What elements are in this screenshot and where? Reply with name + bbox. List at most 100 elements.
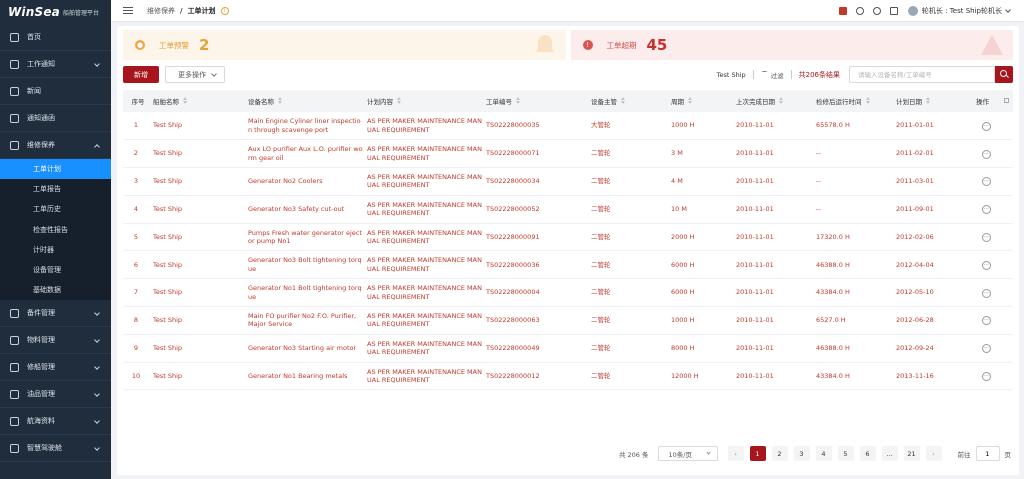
breadcrumb-item[interactable]: 维修保养	[147, 7, 175, 15]
column-header[interactable]: 计划内容	[363, 90, 482, 112]
sort-icon[interactable]	[865, 96, 870, 104]
stat-warning-card[interactable]: ● 工单预警 2	[123, 30, 566, 60]
mail-icon[interactable]	[838, 7, 847, 15]
sort-icon[interactable]	[688, 96, 692, 104]
submenu-item[interactable]: 工单计划	[0, 159, 111, 180]
sidebar-item[interactable]: 新闻	[0, 78, 111, 105]
more-options-icon[interactable]: ⋯	[982, 372, 991, 382]
sort-icon[interactable]	[621, 96, 625, 104]
sort-icon[interactable]	[516, 96, 520, 104]
page-button[interactable]: 1	[749, 446, 766, 461]
language-icon[interactable]	[872, 7, 881, 15]
ship-filter[interactable]: Test Ship	[717, 71, 746, 79]
more-options-icon[interactable]: ⋯	[982, 149, 991, 159]
page-button[interactable]: ...	[881, 446, 898, 461]
page-button[interactable]: 4	[815, 446, 832, 461]
cell-runtime: --	[816, 205, 821, 214]
page-button[interactable]: 21	[903, 446, 920, 461]
table-row[interactable]: 8 Test Ship Main FO purifier No2 F.O. Puri…	[123, 307, 1013, 335]
info-icon[interactable]: i	[220, 6, 229, 15]
submenu-item[interactable]: 计时器	[0, 240, 111, 260]
table-row[interactable]: 10 Test Ship Generator No1 Bearing metals A…	[123, 362, 1013, 390]
more-options-icon[interactable]: ⋯	[982, 205, 991, 215]
page-size-select[interactable]: 10条/页	[657, 446, 718, 461]
stat-overdue-card[interactable]: ! 工单超期 45	[570, 30, 1013, 60]
sort-icon[interactable]	[183, 96, 187, 104]
page-button[interactable]: 2	[771, 446, 788, 461]
sidebar-item[interactable]: 航海资料	[0, 408, 111, 436]
search-button[interactable]	[995, 66, 1013, 83]
more-options-icon[interactable]: ⋯	[982, 233, 991, 243]
sidebar-item[interactable]: 修船管理	[0, 354, 111, 382]
page-button[interactable]: 6	[859, 446, 876, 461]
more-options-icon[interactable]: ⋯	[982, 177, 991, 187]
submenu-item[interactable]: 检查性报告	[0, 220, 111, 240]
cell-cycle: 6000 H	[671, 288, 695, 297]
more-options-icon[interactable]: ⋯	[982, 316, 991, 326]
cell-last: 2010-11-01	[736, 316, 774, 325]
fullscreen-icon[interactable]	[889, 7, 898, 15]
chevron-down-icon[interactable]	[1005, 7, 1011, 13]
sidebar-item[interactable]: 油品管理	[0, 381, 111, 409]
more-options-icon[interactable]: ⋯	[982, 288, 991, 298]
logo[interactable]: WinSea 船舶管理平台	[0, 0, 111, 24]
cell-cycle: 4 M	[671, 177, 683, 186]
user-name[interactable]: 轮机长 : Test Ship轮机长	[922, 6, 1002, 16]
table-row[interactable]: 1 Test Ship Main Engine Cyliner liner insp…	[123, 112, 1013, 140]
prev-page-button[interactable]: ‹	[727, 446, 744, 461]
column-header[interactable]: 工单编号	[482, 90, 587, 112]
sidebar-item[interactable]: 物料管理	[0, 327, 111, 355]
cell-plan: AS PER MAKER MAINTENANCE MANUAL REQUIREM…	[367, 145, 482, 162]
table-row[interactable]: 3 Test Ship Generator No2 Coolers AS PER MA…	[123, 168, 1013, 196]
page-button[interactable]: 3	[793, 446, 810, 461]
sort-icon[interactable]	[779, 96, 783, 104]
table-row[interactable]: 9 Test Ship Generator No3 Starting air mot…	[123, 334, 1013, 363]
column-header[interactable]: 计划日期	[892, 90, 972, 112]
column-header[interactable]: 船舶名称	[149, 90, 244, 112]
column-settings-icon[interactable]	[1004, 98, 1009, 103]
more-options-icon[interactable]: ⋯	[982, 260, 991, 270]
cell-equipment: Main Engine Cyliner liner inspection thr…	[248, 117, 361, 134]
table-row[interactable]: 5 Test Ship Pumps Fresh water generator ej…	[123, 223, 1013, 251]
menu-toggle-icon[interactable]	[123, 7, 133, 14]
sidebar-item[interactable]: 备件管理	[0, 300, 111, 328]
chevron-down-icon	[94, 310, 100, 317]
sidebar-item[interactable]: 维修保养	[0, 132, 111, 159]
cell-last: 2010-11-01	[736, 260, 774, 269]
filter-icon[interactable]	[760, 71, 768, 78]
column-header[interactable]: 上次完成日期	[732, 90, 812, 112]
sort-icon[interactable]	[926, 96, 930, 104]
sidebar-item[interactable]: 通知通函	[0, 105, 111, 132]
compass-icon[interactable]	[855, 7, 864, 15]
submenu-item[interactable]: 工单历史	[0, 199, 111, 219]
more-options-icon[interactable]: ⋯	[982, 344, 991, 354]
column-header[interactable]: 周期	[667, 90, 732, 112]
sort-icon[interactable]	[397, 96, 401, 104]
sort-icon[interactable]	[278, 96, 282, 104]
add-button[interactable]: 新增	[123, 66, 159, 83]
more-actions-dropdown[interactable]: 更多操作	[165, 66, 225, 83]
chevron-up-icon	[94, 144, 100, 150]
column-header[interactable]: 检修后运行时间	[812, 90, 892, 112]
goto-page-input[interactable]	[975, 446, 1000, 461]
cell-ship: Test Ship	[153, 121, 183, 130]
more-options-icon[interactable]: ⋯	[982, 121, 991, 131]
sidebar-item[interactable]: 智慧驾驶舱	[0, 435, 111, 463]
cell-wo: TS02228000091	[486, 232, 540, 241]
table-row[interactable]: 7 Test Ship Generator No1 Bolt tightening …	[123, 279, 1013, 307]
next-page-button[interactable]: ›	[925, 446, 942, 461]
submenu-item[interactable]: 基础数据	[0, 280, 111, 300]
sidebar-item[interactable]: 首页	[0, 24, 111, 51]
column-header[interactable]: 设备主管	[587, 90, 667, 112]
filter-button[interactable]: 过滤	[771, 70, 784, 80]
table-row[interactable]: 6 Test Ship Generator No3 Bolt tightening …	[123, 251, 1013, 279]
table-row[interactable]: 4 Test Ship Generator No3 Safety cut-out AS…	[123, 195, 1013, 224]
table-row[interactable]: 2 Test Ship Aux LO purifier Aux L.O. purif…	[123, 140, 1013, 168]
avatar[interactable]	[907, 6, 918, 16]
search-input[interactable]	[849, 66, 995, 83]
sidebar-item[interactable]: 工作通知	[0, 51, 111, 78]
submenu-item[interactable]: 设备管理	[0, 260, 111, 280]
submenu-item[interactable]: 工单报告	[0, 179, 111, 199]
page-button[interactable]: 5	[837, 446, 854, 461]
column-header[interactable]: 设备名称	[244, 90, 363, 112]
